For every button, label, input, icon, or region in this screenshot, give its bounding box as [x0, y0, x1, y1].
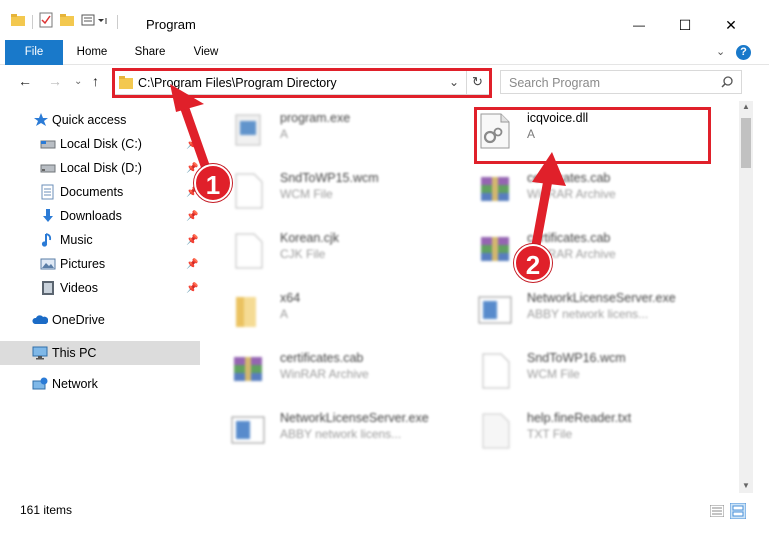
- step-1-badge: 1: [194, 164, 232, 202]
- step-2-badge: 2: [514, 244, 552, 282]
- annotation-arrows: [170, 84, 566, 261]
